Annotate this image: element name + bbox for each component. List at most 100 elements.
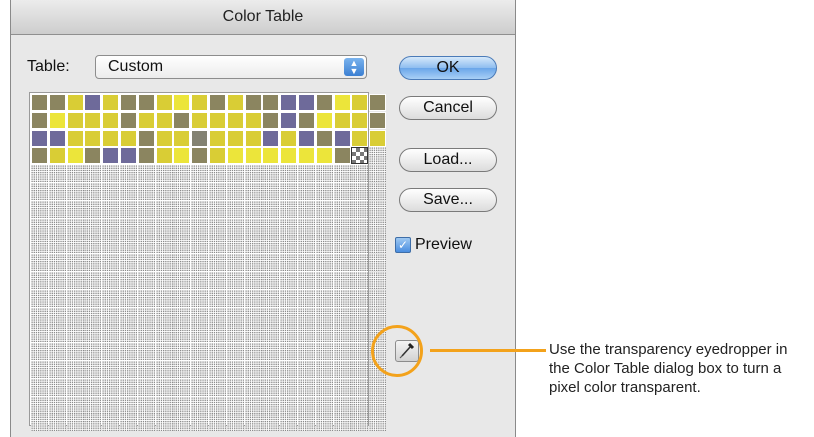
empty-swatch[interactable] [351,200,369,218]
empty-swatch[interactable] [209,396,226,414]
color-swatch[interactable] [298,94,315,111]
empty-swatch[interactable] [209,325,226,343]
empty-swatch[interactable] [155,218,173,236]
empty-swatch[interactable] [298,307,315,325]
empty-swatch[interactable] [102,307,120,325]
empty-swatch[interactable] [191,200,209,218]
empty-swatch[interactable] [262,236,280,254]
empty-swatch[interactable] [31,289,48,307]
transparency-eyedropper-button[interactable] [395,340,419,362]
empty-swatch[interactable] [351,307,369,325]
empty-swatch[interactable] [102,165,120,183]
empty-swatch[interactable] [120,414,137,432]
color-swatch[interactable] [137,94,155,111]
empty-swatch[interactable] [244,325,262,343]
empty-swatch[interactable] [84,307,102,325]
color-swatch[interactable] [333,129,351,147]
empty-swatch[interactable] [226,289,244,307]
empty-swatch[interactable] [84,218,102,236]
color-swatch[interactable] [333,111,351,129]
empty-swatch[interactable] [226,254,244,272]
empty-swatch[interactable] [333,200,351,218]
color-swatch[interactable] [244,129,262,147]
empty-swatch[interactable] [191,307,209,325]
empty-swatch[interactable] [155,236,173,254]
empty-swatch[interactable] [333,289,351,307]
empty-swatch[interactable] [244,165,262,183]
empty-swatch[interactable] [155,165,173,183]
table-select[interactable]: Custom ▲ ▼ [95,55,367,79]
empty-swatch[interactable] [155,272,173,289]
empty-swatch[interactable] [173,236,191,254]
empty-swatch[interactable] [102,343,120,361]
empty-swatch[interactable] [351,396,369,414]
empty-swatch[interactable] [209,183,226,200]
preview-checkbox[interactable]: ✓ Preview [395,236,472,254]
empty-swatch[interactable] [369,200,387,218]
empty-swatch[interactable] [280,254,298,272]
empty-swatch[interactable] [191,183,209,200]
empty-swatch[interactable] [244,361,262,378]
empty-swatch[interactable] [333,361,351,378]
empty-swatch[interactable] [226,361,244,378]
color-swatch[interactable] [262,147,280,165]
empty-swatch[interactable] [137,236,155,254]
empty-swatch[interactable] [31,200,48,218]
empty-swatch[interactable] [369,165,387,183]
color-swatch[interactable] [48,147,66,165]
empty-swatch[interactable] [244,272,262,289]
empty-swatch[interactable] [48,254,66,272]
empty-swatch[interactable] [66,307,84,325]
empty-swatch[interactable] [120,165,137,183]
empty-swatch[interactable] [48,378,66,396]
empty-swatch[interactable] [280,396,298,414]
empty-swatch[interactable] [333,414,351,432]
cancel-button[interactable]: Cancel [399,96,497,120]
ok-button[interactable]: OK [399,56,497,80]
empty-swatch[interactable] [226,272,244,289]
empty-swatch[interactable] [48,236,66,254]
color-swatch[interactable] [155,129,173,147]
empty-swatch[interactable] [120,325,137,343]
empty-swatch[interactable] [191,165,209,183]
empty-swatch[interactable] [137,200,155,218]
empty-swatch[interactable] [191,289,209,307]
empty-swatch[interactable] [120,183,137,200]
empty-swatch[interactable] [351,325,369,343]
empty-swatch[interactable] [369,307,387,325]
empty-swatch[interactable] [244,218,262,236]
empty-swatch[interactable] [102,414,120,432]
empty-swatch[interactable] [280,183,298,200]
empty-swatch[interactable] [191,414,209,432]
color-swatch[interactable] [66,147,84,165]
empty-swatch[interactable] [298,254,315,272]
color-swatch[interactable] [209,111,226,129]
empty-swatch[interactable] [209,414,226,432]
color-swatch[interactable] [48,94,66,111]
empty-swatch[interactable] [120,307,137,325]
color-swatch[interactable] [173,129,191,147]
empty-swatch[interactable] [298,343,315,361]
empty-swatch[interactable] [226,218,244,236]
empty-swatch[interactable] [209,254,226,272]
empty-swatch[interactable] [315,361,333,378]
empty-swatch[interactable] [66,343,84,361]
color-swatch[interactable] [369,129,387,147]
color-swatch[interactable] [226,111,244,129]
color-swatch[interactable] [31,147,48,165]
empty-swatch[interactable] [244,200,262,218]
empty-swatch[interactable] [120,378,137,396]
color-swatch[interactable] [298,111,315,129]
empty-swatch[interactable] [315,396,333,414]
empty-swatch[interactable] [244,254,262,272]
color-swatch[interactable] [155,94,173,111]
empty-swatch[interactable] [66,254,84,272]
color-swatch[interactable] [120,111,137,129]
empty-swatch[interactable] [137,183,155,200]
empty-swatch[interactable] [31,378,48,396]
color-swatch[interactable] [191,111,209,129]
color-swatch[interactable] [120,129,137,147]
empty-swatch[interactable] [280,325,298,343]
empty-swatch[interactable] [48,183,66,200]
empty-swatch[interactable] [173,272,191,289]
